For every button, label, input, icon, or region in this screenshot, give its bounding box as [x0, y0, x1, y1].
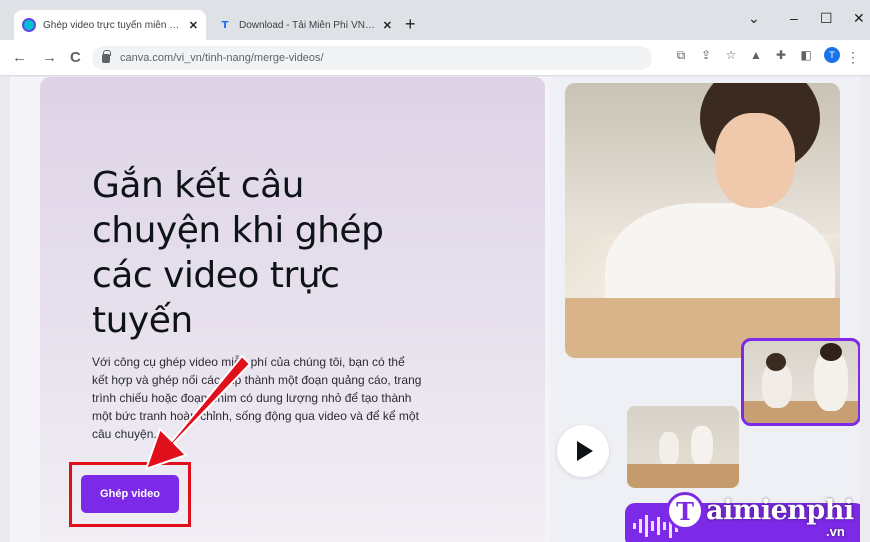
- browser-menu-icon[interactable]: ⋮: [846, 49, 860, 66]
- url-text: canva.com/vi_vn/tinh-nang/merge-videos/: [120, 52, 324, 64]
- tab-title: Ghép video trực tuyến miễn phí: [43, 19, 183, 31]
- profile-avatar[interactable]: T: [824, 47, 840, 63]
- share-icon[interactable]: ⇪: [699, 48, 713, 62]
- tab-strip: Ghép video trực tuyến miễn phí ✕ T Downl…: [0, 0, 870, 40]
- page-viewport: Gắn kết câu chuyện khi ghép các video tr…: [10, 77, 870, 542]
- watermark-text: aimienphi: [706, 495, 854, 526]
- browser-toolbar: ← → C canva.com/vi_vn/tinh-nang/merge-vi…: [0, 40, 870, 76]
- hero-photo-girl: [565, 83, 840, 358]
- tab-title: Download - Tải Miễn Phí VN - Ph: [239, 19, 377, 31]
- lock-icon: [102, 49, 111, 63]
- bookmark-star-icon[interactable]: ☆: [724, 48, 738, 62]
- toolbar-icons: ⧉ ⇪ ☆ ▲ ✚ ◧ T: [674, 47, 840, 63]
- play-button[interactable]: [557, 425, 609, 477]
- hero-headline: Gắn kết câu chuyện khi ghép các video tr…: [92, 165, 384, 341]
- new-tab-button[interactable]: +: [405, 14, 416, 35]
- watermark-logo-icon: T: [666, 492, 704, 530]
- hero-description: Với công cụ ghép video miễn phí của chún…: [92, 355, 422, 441]
- play-icon: [577, 441, 593, 461]
- close-tab-icon[interactable]: ✕: [383, 19, 392, 32]
- minimize-window-button[interactable]: –: [790, 10, 798, 26]
- tab-search-chevron-icon[interactable]: ⌄: [748, 10, 760, 27]
- selected-video-clip[interactable]: [741, 338, 861, 426]
- close-tab-icon[interactable]: ✕: [189, 19, 198, 32]
- merge-video-button[interactable]: Ghép video: [81, 475, 179, 513]
- watermark-domain: .vn: [826, 524, 845, 539]
- translate-icon[interactable]: ⧉: [674, 48, 688, 62]
- video-thumbnail[interactable]: [627, 406, 739, 488]
- back-button[interactable]: ←: [12, 49, 27, 66]
- close-window-button[interactable]: ✕: [853, 10, 865, 27]
- tab-canva[interactable]: Ghép video trực tuyến miễn phí ✕: [14, 10, 206, 40]
- address-bar[interactable]: canva.com/vi_vn/tinh-nang/merge-videos/: [92, 46, 652, 70]
- taimienphi-favicon-icon: T: [221, 19, 229, 31]
- forward-button[interactable]: →: [42, 49, 57, 66]
- page-scrollbar[interactable]: [860, 77, 870, 542]
- tab-download[interactable]: T Download - Tải Miễn Phí VN - Ph ✕: [210, 10, 400, 40]
- drive-extension-icon[interactable]: ▲: [749, 48, 763, 62]
- reload-button[interactable]: C: [70, 49, 81, 66]
- canva-favicon-icon: [22, 18, 36, 32]
- maximize-window-button[interactable]: ☐: [820, 10, 833, 27]
- taimienphi-watermark: T aimienphi .vn: [666, 492, 866, 542]
- side-panel-icon[interactable]: ◧: [799, 48, 813, 62]
- extensions-puzzle-icon[interactable]: ✚: [774, 48, 788, 62]
